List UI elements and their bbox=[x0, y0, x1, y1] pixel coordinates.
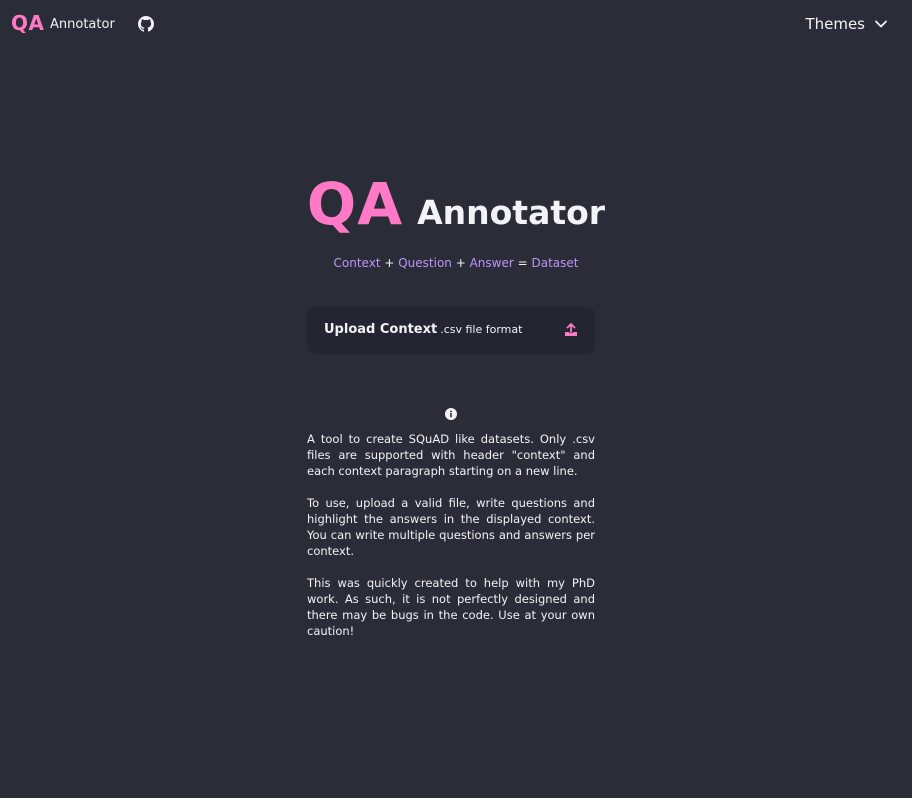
formula-plus: + bbox=[380, 256, 399, 270]
top-navbar: QA Annotator Themes bbox=[0, 0, 912, 50]
chevron-down-icon bbox=[875, 20, 887, 28]
about-text: A tool to create SQuAD like datasets. On… bbox=[307, 431, 595, 655]
about-paragraph: A tool to create SQuAD like datasets. On… bbox=[307, 432, 595, 478]
upload-label: Upload Context .csv file format bbox=[324, 322, 522, 337]
about-paragraph: To use, upload a valid file, write quest… bbox=[307, 496, 595, 558]
upload-format-hint: .csv file format bbox=[440, 323, 523, 336]
upload-title: Upload Context bbox=[324, 322, 438, 337]
formula-answer: Answer bbox=[469, 256, 514, 270]
upload-context-button[interactable]: Upload Context .csv file format bbox=[307, 307, 595, 354]
github-icon[interactable] bbox=[138, 16, 154, 32]
hero-title: QA Annotator bbox=[0, 170, 912, 238]
formula-context: Context bbox=[333, 256, 381, 270]
about-paragraph: This was quickly created to help with my… bbox=[307, 576, 595, 638]
tagline-formula: Context + Question + Answer = Dataset bbox=[0, 256, 912, 270]
formula-dataset: Dataset bbox=[531, 256, 579, 270]
formula-plus: + bbox=[451, 256, 470, 270]
brand-name[interactable]: Annotator bbox=[50, 17, 115, 32]
themes-dropdown[interactable]: Themes bbox=[805, 15, 888, 33]
info-icon bbox=[445, 408, 457, 420]
hero-app-name: Annotator bbox=[417, 193, 606, 232]
brand-logo[interactable]: QA bbox=[11, 11, 44, 35]
themes-label: Themes bbox=[805, 15, 865, 33]
formula-equals: = bbox=[513, 256, 532, 270]
formula-question: Question bbox=[398, 256, 452, 270]
hero-logo-qa: QA bbox=[306, 170, 404, 238]
upload-icon bbox=[565, 323, 577, 336]
